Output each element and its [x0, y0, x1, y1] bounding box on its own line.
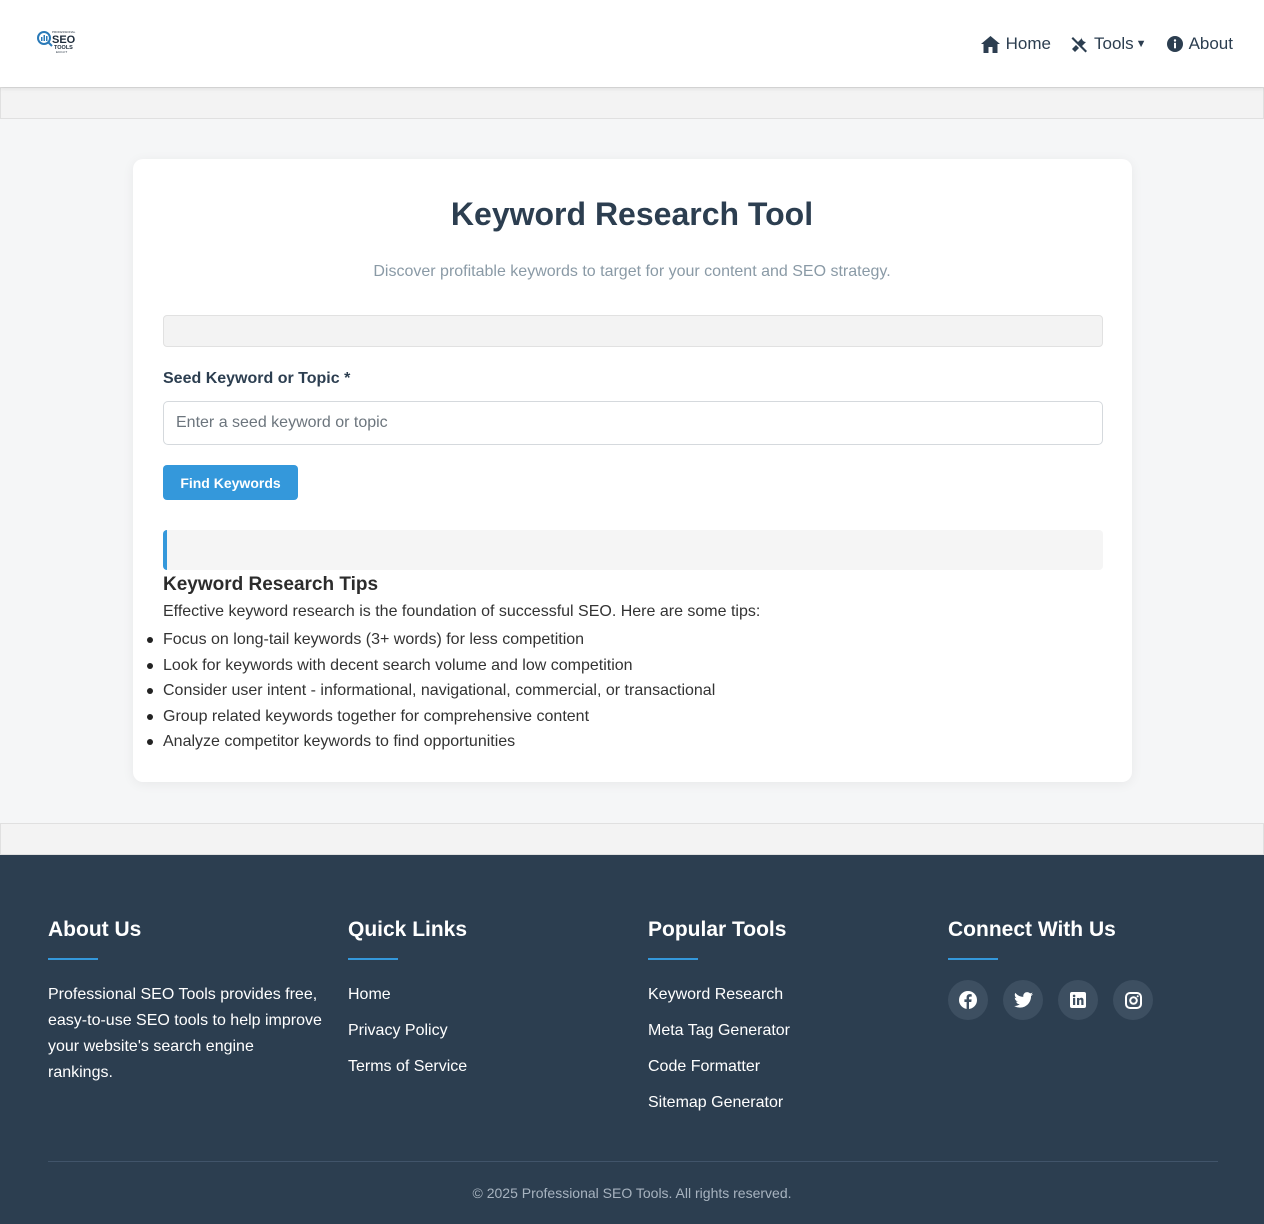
seed-keyword-input[interactable] [163, 401, 1103, 445]
find-keywords-button[interactable]: Find Keywords [163, 465, 298, 500]
footer-about-section: About Us Professional SEO Tools provides… [48, 918, 323, 1086]
nav-tools-label: Tools [1093, 34, 1134, 53]
footer-link-terms[interactable]: Terms of Service [348, 1054, 467, 1090]
footer-about-text: Professional SEO Tools provides free, ea… [48, 986, 322, 1081]
results-area [163, 530, 1103, 570]
tips-title: Keyword Research Tips [163, 574, 379, 595]
tips-list: Focus on long-tail keywords (3+ words) f… [146, 627, 715, 755]
nav-home[interactable]: Home [980, 34, 1051, 54]
site-footer: About Us Professional SEO Tools provides… [0, 855, 1264, 1224]
heading-underline [648, 958, 698, 960]
twitter-icon[interactable] [1003, 980, 1043, 1020]
footer-quick-links-title: Quick Links [348, 918, 468, 941]
instagram-icon[interactable] [1113, 980, 1153, 1020]
social-links [948, 980, 1153, 1020]
tip-item: Look for keywords with decent search vol… [146, 653, 715, 679]
footer-link-keyword-research[interactable]: Keyword Research [648, 982, 790, 1018]
info-icon [1166, 36, 1183, 52]
footer-popular-tools: Popular Tools Keyword Research Meta Tag … [648, 918, 790, 1126]
home-icon [980, 35, 1000, 53]
footer-about-title: About Us [48, 918, 142, 941]
bottom-ad-banner [0, 823, 1264, 855]
footer-popular-tools-title: Popular Tools [648, 918, 787, 941]
tips-intro: Effective keyword research is the founda… [163, 603, 761, 620]
page-title: Keyword Research Tool [450, 196, 814, 232]
tools-icon [1071, 36, 1088, 53]
facebook-icon[interactable] [948, 980, 988, 1020]
heading-underline [348, 958, 398, 960]
footer-link-meta-tag-generator[interactable]: Meta Tag Generator [648, 1018, 790, 1054]
footer-link-home[interactable]: Home [348, 982, 467, 1018]
footer-link-sitemap-generator[interactable]: Sitemap Generator [648, 1090, 790, 1126]
nav-about[interactable]: About [1166, 34, 1233, 54]
page-subtitle: Discover profitable keywords to target f… [373, 263, 891, 280]
nav-home-label: Home [1005, 34, 1051, 53]
site-header: PROFESSIONAL SEO TOOLS ECO-FT Home Tools… [0, 0, 1264, 87]
svg-text:ECO-FT: ECO-FT [56, 50, 67, 54]
tip-item: Focus on long-tail keywords (3+ words) f… [146, 627, 715, 653]
footer-connect-title: Connect With Us [948, 918, 1116, 941]
footer-connect: Connect With Us [948, 918, 1153, 1020]
linkedin-icon[interactable] [1058, 980, 1098, 1020]
inline-ad-banner [163, 315, 1103, 347]
footer-link-privacy[interactable]: Privacy Policy [348, 1018, 467, 1054]
site-logo[interactable]: PROFESSIONAL SEO TOOLS ECO-FT [37, 28, 81, 54]
footer-quick-links: Quick Links Home Privacy Policy Terms of… [348, 918, 467, 1090]
seed-keyword-label: Seed Keyword or Topic * [163, 370, 351, 387]
top-ad-banner [0, 87, 1264, 119]
copyright-text: © 2025 Professional SEO Tools. All right… [472, 1185, 792, 1201]
main-nav: Home Tools ▼ About [980, 32, 1233, 56]
footer-link-code-formatter[interactable]: Code Formatter [648, 1054, 790, 1090]
heading-underline [948, 958, 998, 960]
footer-divider [48, 1161, 1218, 1162]
nav-tools[interactable]: Tools ▼ [1071, 34, 1147, 54]
heading-underline [48, 958, 98, 960]
tip-item: Analyze competitor keywords to find oppo… [146, 729, 715, 755]
chevron-down-icon: ▼ [1135, 38, 1147, 50]
nav-about-label: About [1188, 34, 1233, 53]
tip-item: Group related keywords together for comp… [146, 704, 715, 730]
tip-item: Consider user intent - informational, na… [146, 678, 715, 704]
